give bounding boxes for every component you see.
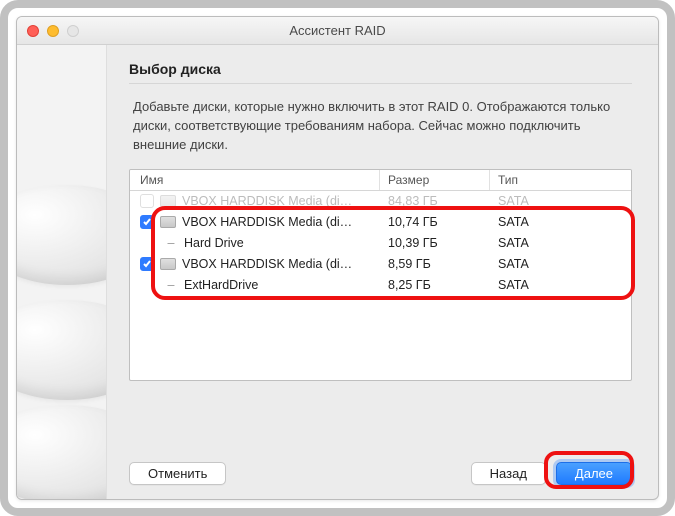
col-size[interactable]: Размер: [380, 170, 490, 190]
decorative-disk-icon: [17, 185, 107, 285]
footer: Отменить Назад Далее: [129, 450, 632, 485]
cell-size: 10,39 ГБ: [380, 236, 490, 250]
disk-table: Имя Размер Тип VBOX HARDDISK Media (di… 8…: [129, 169, 632, 381]
window-title: Ассистент RAID: [17, 23, 658, 38]
cell-size: 8,59 ГБ: [380, 257, 490, 271]
cell-type: SATA: [490, 215, 631, 229]
disk-name: Hard Drive: [184, 236, 244, 250]
back-button[interactable]: Назад: [471, 462, 546, 485]
titlebar: Ассистент RAID: [17, 17, 658, 45]
zoom-icon: [67, 25, 79, 37]
cell-name: –Hard Drive: [130, 236, 380, 250]
cell-size: 84,83 ГБ: [380, 194, 490, 208]
window-body: Выбор диска Добавьте диски, которые нужн…: [17, 45, 658, 499]
main-panel: Выбор диска Добавьте диски, которые нужн…: [107, 45, 658, 499]
cell-type: SATA: [490, 194, 631, 208]
cell-name: VBOX HARDDISK Media (di…: [130, 257, 380, 271]
table-body: VBOX HARDDISK Media (di…84,83 ГБSATAVBOX…: [130, 191, 631, 296]
table-row[interactable]: VBOX HARDDISK Media (di… 8,59 ГБSATA: [130, 254, 631, 275]
cell-type: SATA: [490, 257, 631, 271]
disk-name: VBOX HARDDISK Media (di…: [182, 215, 352, 229]
cell-type: SATA: [490, 236, 631, 250]
minimize-icon[interactable]: [47, 25, 59, 37]
decorative-disk-icon: [17, 300, 107, 400]
cell-name: VBOX HARDDISK Media (di…: [130, 215, 380, 229]
window-controls: [17, 25, 79, 37]
next-button[interactable]: Далее: [556, 462, 632, 485]
dash-icon: –: [164, 236, 178, 250]
hdd-icon: [160, 258, 176, 270]
cell-size: 8,25 ГБ: [380, 278, 490, 292]
disk-name: ExtHardDrive: [184, 278, 258, 292]
sidebar-art: [17, 45, 107, 499]
checkbox[interactable]: [140, 257, 154, 271]
hdd-icon: [160, 216, 176, 228]
decorative-disk-icon: [17, 405, 107, 499]
raid-assistant-window: Ассистент RAID Выбор диска Добавьте диск…: [16, 16, 659, 500]
hdd-icon: [160, 195, 176, 207]
col-type[interactable]: Тип: [490, 170, 631, 190]
dash-icon: –: [164, 278, 178, 292]
table-row[interactable]: –Hard Drive10,39 ГБSATA: [130, 233, 631, 254]
table-header: Имя Размер Тип: [130, 170, 631, 191]
cell-name: VBOX HARDDISK Media (di…: [130, 194, 380, 208]
disk-name: VBOX HARDDISK Media (di…: [182, 194, 352, 208]
screenshot-frame: Ассистент RAID Выбор диска Добавьте диск…: [0, 0, 675, 516]
cancel-button[interactable]: Отменить: [129, 462, 226, 485]
table-row[interactable]: VBOX HARDDISK Media (di… 84,83 ГБSATA: [130, 191, 631, 212]
table-row[interactable]: –ExtHardDrive8,25 ГБSATA: [130, 275, 631, 296]
checkbox[interactable]: [140, 215, 154, 229]
checkbox[interactable]: [140, 194, 154, 208]
close-icon[interactable]: [27, 25, 39, 37]
table-row[interactable]: VBOX HARDDISK Media (di… 10,74 ГБSATA: [130, 212, 631, 233]
page-heading: Выбор диска: [129, 57, 632, 84]
disk-name: VBOX HARDDISK Media (di…: [182, 257, 352, 271]
cell-type: SATA: [490, 278, 631, 292]
cell-size: 10,74 ГБ: [380, 215, 490, 229]
col-name[interactable]: Имя: [130, 170, 380, 190]
description-text: Добавьте диски, которые нужно включить в…: [133, 98, 628, 155]
cell-name: –ExtHardDrive: [130, 278, 380, 292]
